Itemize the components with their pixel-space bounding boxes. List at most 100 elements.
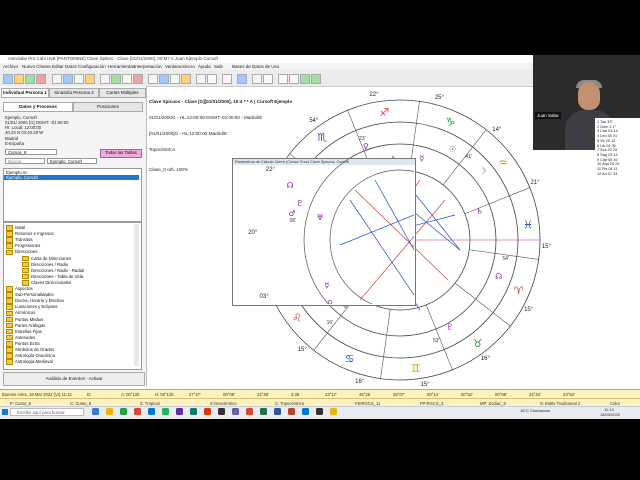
cusp-degree-label: 16°: [480, 356, 490, 363]
cusp-degree-label: 22°: [265, 166, 275, 173]
teams-icon[interactable]: [232, 408, 239, 415]
cusp-degree-label: 15°: [420, 381, 430, 388]
planet-glyph-icon: ♇: [446, 323, 453, 332]
access-icon[interactable]: [288, 408, 295, 415]
webcam-name-tag: Juan Saba: [535, 112, 561, 119]
status-position-cell: D:: [87, 392, 92, 397]
status-position-cell: 23°17': [325, 392, 337, 397]
windows-start-icon[interactable]: [2, 409, 8, 415]
cusp-degree-label: 03°: [259, 294, 269, 301]
cusp-degree-label: 14°: [492, 126, 502, 133]
cusp-degree-label: 20°: [248, 229, 258, 236]
zodiac-sign-icon: ♓: [523, 218, 533, 231]
status-setting-cell[interactable]: C: Curso_8: [70, 401, 91, 406]
popup-glyph-icon: ♇: [296, 199, 303, 208]
status-position-cell: H: 00°12b: [155, 392, 174, 397]
office-icon[interactable]: [204, 408, 211, 415]
cusp-degree-label: 15°: [524, 307, 534, 314]
app-icon[interactable]: [190, 408, 197, 415]
popup-aspect-line: [359, 235, 414, 301]
planet-glyph-icon: ☽: [479, 167, 486, 176]
planet-glyph-icon: ♄: [476, 207, 483, 216]
folder-icon[interactable]: [330, 408, 337, 415]
whatsapp-icon[interactable]: [162, 408, 169, 415]
cusp-minute-label: 06': [289, 218, 297, 225]
status-setting-cell[interactable]: MP: Zodiac_8: [480, 401, 506, 406]
status-setting-cell[interactable]: S: Estilo Tradicional 2: [540, 401, 580, 406]
status-position-cell: 22°48': [257, 392, 269, 397]
cusp-degree-label: 22°: [369, 92, 379, 99]
planet-glyph-icon: ☿: [420, 154, 425, 163]
status-setting-cell[interactable]: FSIRGCS_11: [355, 401, 380, 406]
taskbar-search-input[interactable]: Escribe aquí para buscar: [10, 408, 84, 416]
planet-glyph-icon: ☉: [449, 145, 456, 154]
status-setting-cell[interactable]: C: Topocéntrico: [275, 401, 304, 406]
status-position-cell: 00°14': [427, 392, 439, 397]
excel-icon[interactable]: [260, 408, 267, 415]
status-position-cell: Buenos Aires, 18 Mar 2022 (VI) 11:12: [2, 392, 72, 397]
status-position-cell: 3.36: [291, 392, 300, 397]
file-explorer-icon[interactable]: [106, 408, 113, 415]
status-setting-cell[interactable]: P: Curso_8: [10, 401, 31, 406]
popup-wheel-overlay: ☊ ♇ ♂ ♅ ☿ ♀: [286, 158, 414, 304]
popup-glyph-icon: ♅: [316, 213, 323, 222]
zodiac-sign-icon: ♐: [379, 106, 389, 119]
cusp-minute-label: 53': [432, 338, 440, 345]
popup-inner-ring: [329, 169, 414, 304]
house-cusp-line: [380, 309, 391, 379]
edge-icon[interactable]: [148, 408, 155, 415]
planet-table-row: 8 Sag 29 13: [597, 152, 618, 157]
house-cusp-line: [464, 187, 530, 215]
astro-app-icon[interactable]: [316, 408, 323, 415]
cusp-minute-label: 41': [465, 154, 472, 161]
powerpoint-icon[interactable]: [246, 408, 253, 415]
popup-aspect-line: [349, 199, 414, 296]
terminal-icon[interactable]: [218, 408, 225, 415]
popup-glyph-icon: ♀: [327, 299, 333, 304]
popup-glyph-icon: ☿: [325, 281, 330, 290]
clock-date[interactable]: 18/03/2022: [600, 412, 620, 417]
status-position-cell: 24°44': [529, 392, 541, 397]
cusp-degree-label: 15°: [297, 347, 307, 354]
status-position-cell: 06°09': [223, 392, 235, 397]
cusp-degree-label: 25°: [434, 95, 444, 102]
weather-widget[interactable]: 16°C Chubascos: [520, 408, 550, 413]
cusp-minute-label: 16': [326, 319, 334, 326]
chrome-icon[interactable]: [120, 408, 127, 415]
cusp-degree-label: 21°: [530, 179, 540, 186]
zodiac-sign-icon: ♊: [411, 362, 421, 375]
status-setting-cell[interactable]: FP:RGCS_3: [420, 401, 443, 406]
zodiac-sign-icon: ♏: [317, 131, 327, 144]
word-icon[interactable]: [274, 408, 281, 415]
popup-glyph-icon: ☊: [286, 181, 293, 190]
planet-table-row: 12 Ari 07 33: [597, 171, 618, 176]
status-position-cell: A: 00°12b: [121, 392, 140, 397]
mail-icon[interactable]: [302, 408, 309, 415]
popup-glyph-icon: ♂: [288, 209, 295, 218]
house-cusp-line: [454, 282, 511, 327]
house-cusp-line: [425, 304, 453, 370]
status-position-cell: 46°25: [359, 392, 370, 397]
zodiac-sign-icon: ♌: [292, 312, 302, 325]
status-position-cell: 26°07': [393, 392, 405, 397]
cusp-degree-label: 15°: [541, 244, 551, 251]
status-position-cell: 00°59': [495, 392, 507, 397]
cusp-minute-label: 23': [359, 135, 366, 142]
status-setting-cell[interactable]: Color: [610, 401, 620, 406]
status-setting-cell[interactable]: Z: Tropical: [140, 401, 160, 406]
zodiac-sign-icon: ♈: [514, 284, 524, 297]
status-setting-cell[interactable]: S:Geocéntrico: [210, 401, 237, 406]
zodiac-sign-icon: ♋: [345, 353, 355, 366]
webcam-person-face: [578, 82, 600, 110]
zodiac-sign-icon: ♉: [473, 337, 483, 350]
acrobat-icon[interactable]: [134, 408, 141, 415]
onenote-icon[interactable]: [176, 408, 183, 415]
zodiac-sign-icon: ♒: [498, 156, 508, 169]
status-position-cell: 27°47': [189, 392, 201, 397]
zodiac-sign-icon: ♑: [445, 115, 455, 128]
planet-glyph-icon: ♀: [363, 142, 369, 151]
planet-table: 1 Tau 43° 2 Gem 1 1° 3 Can 03 14 4 Leo 55 0…: [597, 120, 619, 176]
planet-glyph-icon: ☊: [495, 272, 502, 281]
task-view-icon[interactable]: [92, 408, 99, 415]
cusp-degree-label: 16°: [355, 378, 365, 385]
